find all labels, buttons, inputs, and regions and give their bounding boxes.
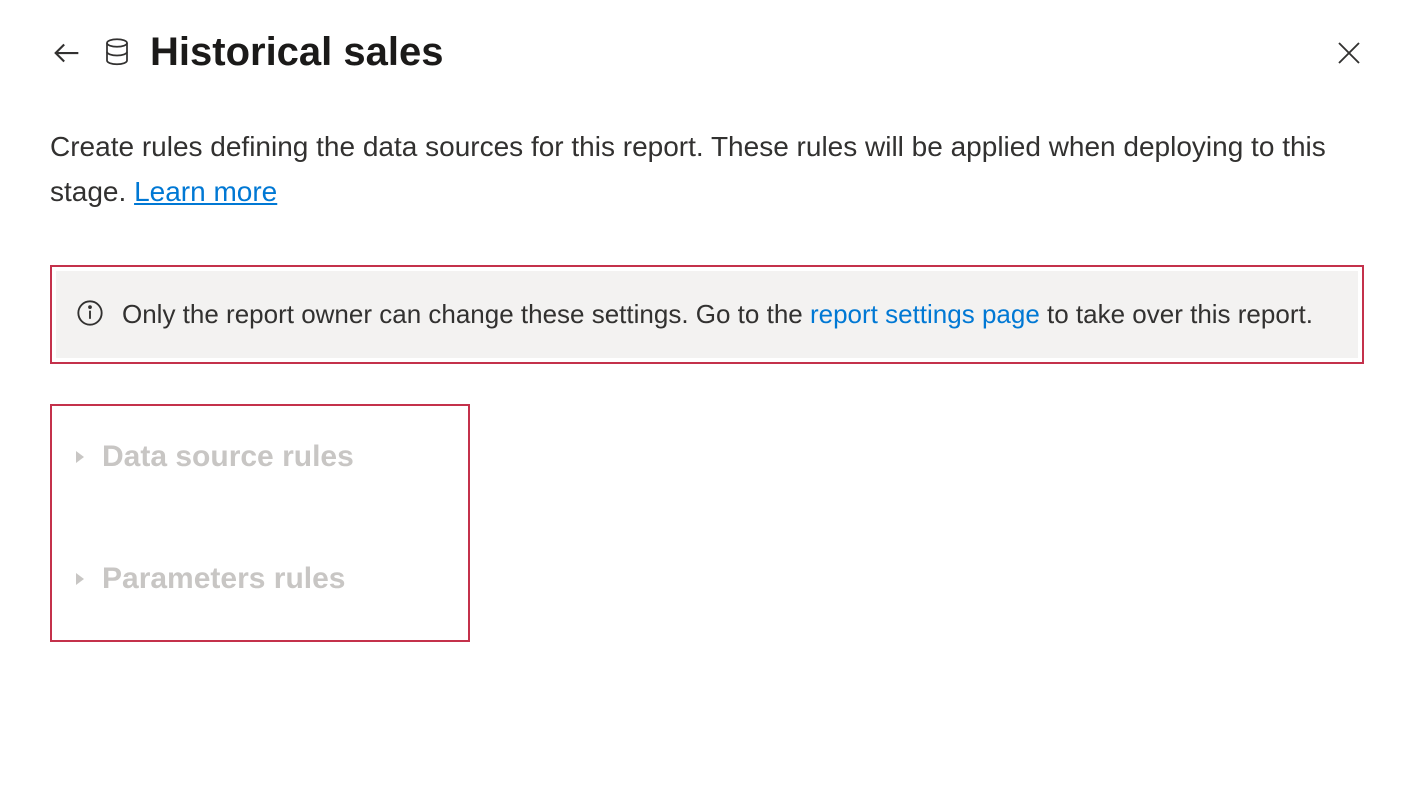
- data-source-rules-label: Data source rules: [102, 440, 354, 474]
- rule-sections-outline: Data source rules Parameters rules: [50, 404, 470, 642]
- page-description: Create rules defining the data sources f…: [50, 125, 1350, 215]
- report-settings-link[interactable]: report settings page: [810, 299, 1040, 329]
- info-icon: [76, 299, 104, 332]
- info-banner-outline: Only the report owner can change these s…: [50, 265, 1364, 364]
- chevron-right-icon: [72, 571, 88, 587]
- panel-header: Historical sales: [50, 30, 1364, 75]
- info-text-after: to take over this report.: [1047, 299, 1313, 329]
- page-title: Historical sales: [150, 30, 1314, 75]
- parameters-rules-expander[interactable]: Parameters rules: [72, 548, 448, 610]
- info-banner-text: Only the report owner can change these s…: [122, 295, 1313, 334]
- chevron-right-icon: [72, 449, 88, 465]
- data-source-rules-expander[interactable]: Data source rules: [72, 426, 448, 488]
- info-text-before: Only the report owner can change these s…: [122, 299, 810, 329]
- learn-more-link[interactable]: Learn more: [134, 176, 277, 207]
- parameters-rules-label: Parameters rules: [102, 562, 346, 596]
- info-banner: Only the report owner can change these s…: [56, 271, 1358, 358]
- close-icon[interactable]: [1334, 38, 1364, 68]
- back-arrow-icon[interactable]: [50, 36, 84, 70]
- database-icon: [104, 38, 130, 68]
